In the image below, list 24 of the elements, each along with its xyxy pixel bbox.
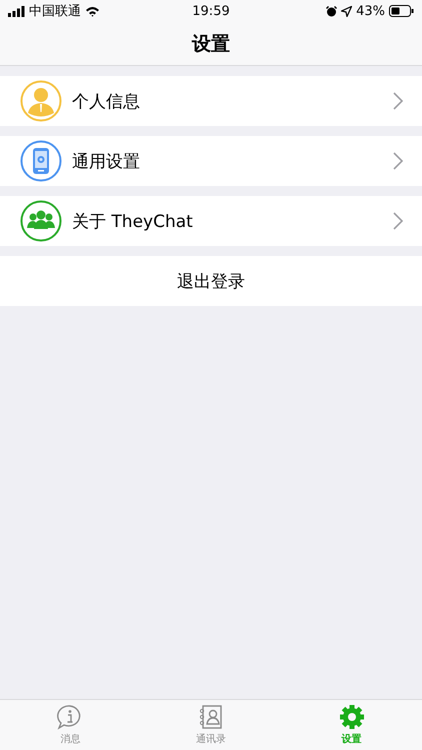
menu-label: 通用设置 xyxy=(72,150,141,172)
phone-icon xyxy=(20,140,62,182)
menu-label: 关于 TheyChat xyxy=(72,210,194,232)
chevron-icon xyxy=(392,91,404,111)
battery-percent: 43% xyxy=(356,4,385,18)
menu-label: 个人信息 xyxy=(72,90,141,112)
alarm-icon xyxy=(326,6,338,16)
contacts-icon xyxy=(198,704,224,730)
signal-icon xyxy=(8,6,25,16)
battery-icon xyxy=(389,5,414,17)
menu-item[interactable]: 个人信息 xyxy=(0,76,422,126)
page-title: 设置 xyxy=(192,32,230,56)
chevron-icon xyxy=(392,151,404,171)
settings-icon xyxy=(338,704,365,730)
location-icon xyxy=(341,6,352,16)
chevron-icon xyxy=(392,211,404,231)
menu-item[interactable]: 关于 TheyChat xyxy=(0,196,422,246)
status-time: 19:59 xyxy=(192,4,230,18)
carrier-name: 中国联通 xyxy=(29,3,81,20)
group-icon xyxy=(20,200,62,242)
person-icon xyxy=(20,80,62,122)
wifi-icon xyxy=(85,6,100,16)
logout-button[interactable]: 退出登录 xyxy=(0,256,422,306)
menu-item[interactable]: 通用设置 xyxy=(0,136,422,186)
